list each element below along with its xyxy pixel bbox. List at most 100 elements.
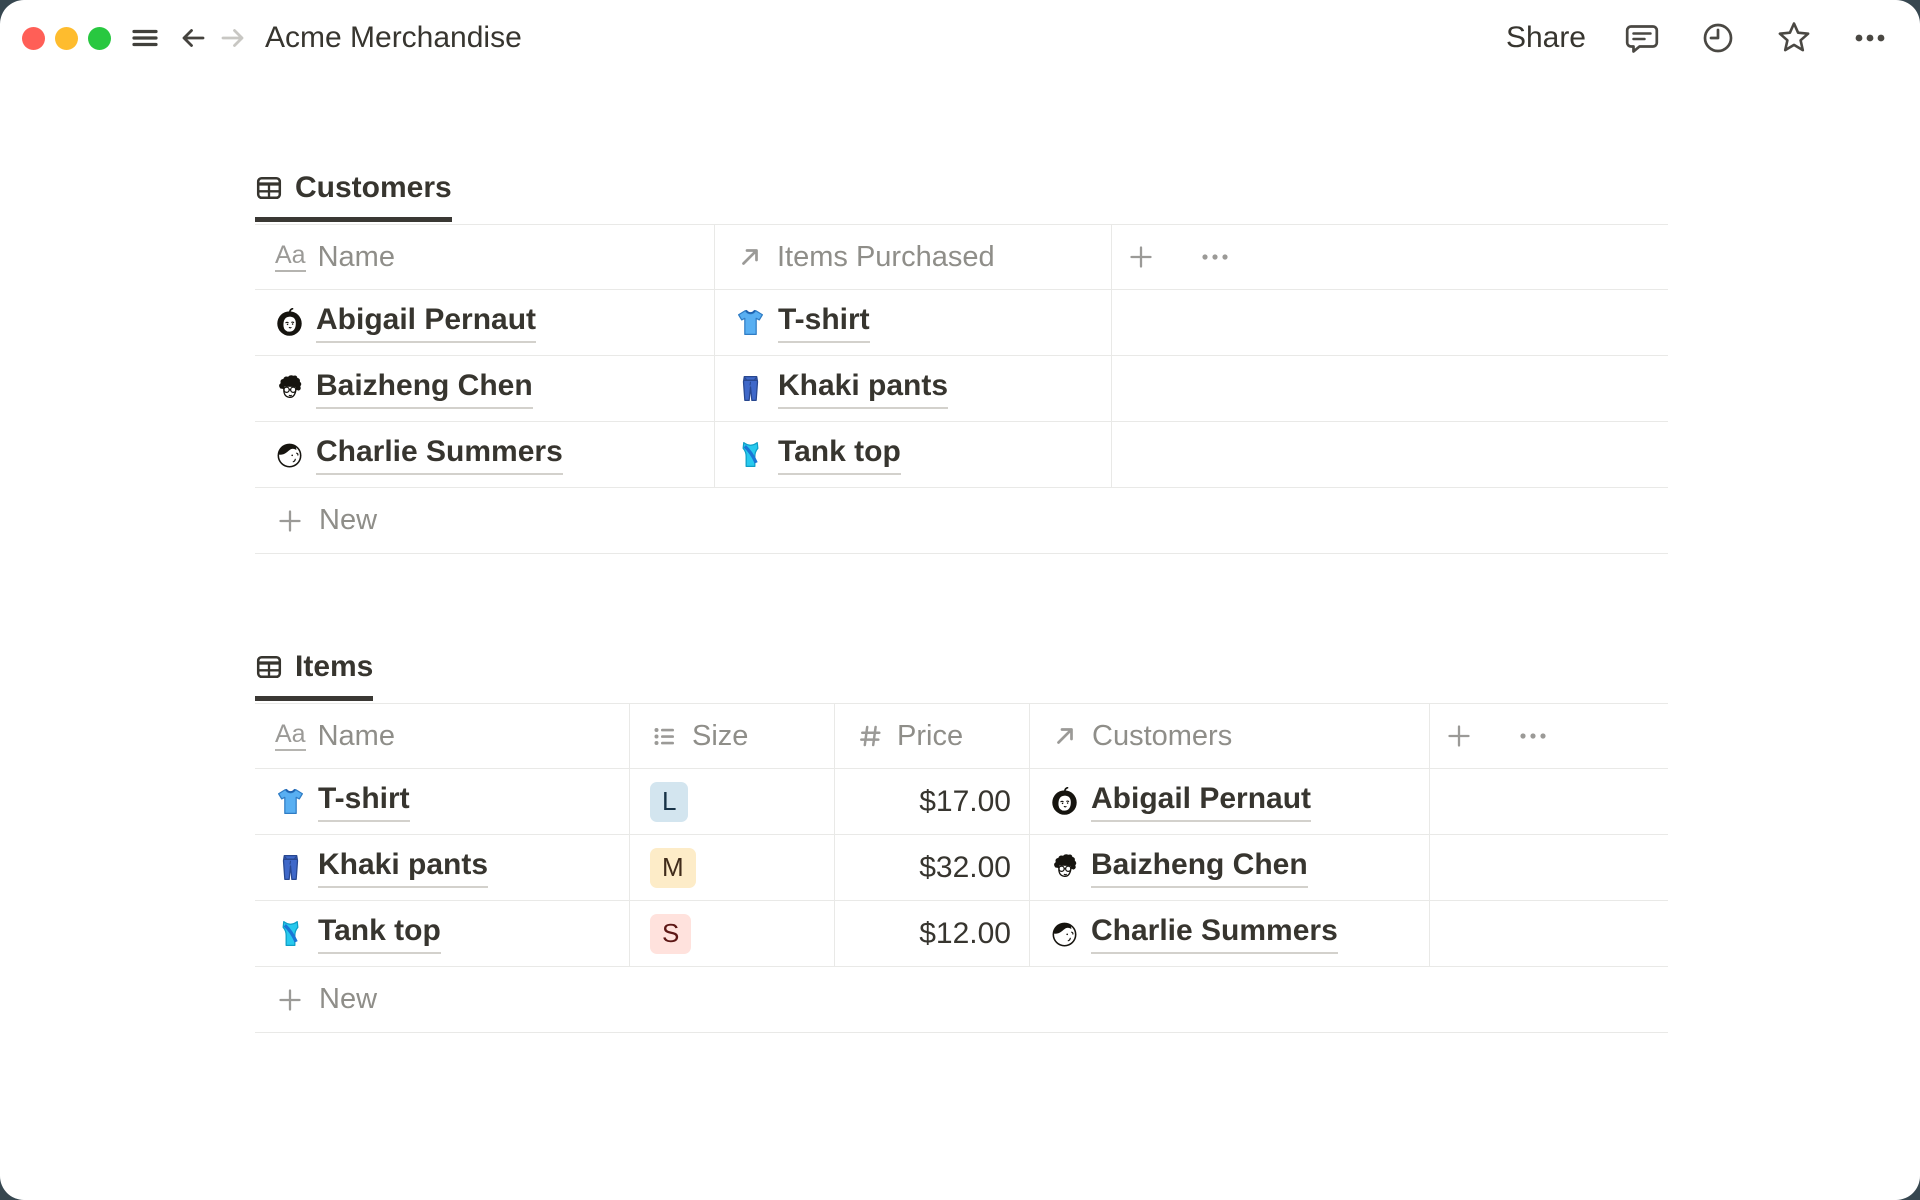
select-property-icon (650, 722, 680, 750)
window-titlebar: Acme Merchandise Share (0, 0, 1920, 76)
column-header-label: Name (317, 719, 395, 752)
star-icon[interactable] (1774, 18, 1814, 58)
tshirt-emoji-icon (735, 307, 766, 338)
price-cell[interactable]: $17.00 (835, 769, 1030, 834)
column-header-customers[interactable]: Customers (1030, 704, 1430, 768)
items-purchased-cell[interactable]: Tank top (715, 422, 1112, 487)
table-row: Abigail Pernaut T-shirt (255, 290, 1668, 356)
page-title[interactable]: Acme Merchandise (265, 21, 522, 55)
customer-page-link[interactable]: Charlie Summers (316, 434, 563, 475)
customer-page-link[interactable]: Abigail Pernaut (316, 302, 537, 343)
empty-cell (1112, 356, 1668, 421)
avatar-icon (275, 308, 304, 337)
plus-icon (275, 985, 305, 1015)
customer-page-link[interactable]: Baizheng Chen (1091, 847, 1308, 888)
plus-icon (275, 506, 305, 536)
empty-cell (1112, 422, 1668, 487)
item-page-link[interactable]: Khaki pants (778, 368, 949, 409)
column-header-price[interactable]: Price (835, 704, 1030, 768)
relation-property-icon (735, 243, 765, 271)
table-options-button[interactable] (1200, 243, 1230, 271)
header-extra-cell (1112, 225, 1668, 289)
items-purchased-cell[interactable]: T-shirt (715, 290, 1112, 355)
number-property-icon (855, 722, 885, 750)
page-content: Customers Aa Name Items Purchased Abigai… (0, 171, 1920, 1033)
item-page-link[interactable]: Tank top (778, 434, 901, 475)
forward-button[interactable] (213, 18, 253, 58)
share-button[interactable]: Share (1506, 21, 1586, 55)
header-extra-cell (1430, 704, 1668, 768)
add-property-button[interactable] (1126, 242, 1156, 272)
traffic-lights (22, 26, 111, 50)
avatar-icon (1050, 853, 1079, 882)
empty-cell (1430, 901, 1668, 966)
column-header-name[interactable]: Aa Name (255, 704, 630, 768)
column-header-name[interactable]: Aa Name (255, 225, 715, 289)
name-cell[interactable]: Khaki pants (255, 835, 630, 900)
close-window-button[interactable] (22, 26, 45, 50)
size-badge: L (650, 781, 689, 822)
clock-icon[interactable] (1698, 18, 1738, 58)
column-header-items-purchased[interactable]: Items Purchased (715, 225, 1112, 289)
price-cell[interactable]: $32.00 (835, 835, 1030, 900)
back-button[interactable] (173, 18, 213, 58)
table-row: Tank top S $12.00 Charlie Summers (255, 901, 1668, 967)
add-property-button[interactable] (1444, 721, 1474, 751)
size-cell[interactable]: L (630, 769, 835, 834)
tab-customers[interactable]: Customers (255, 171, 452, 222)
table-options-button[interactable] (1518, 722, 1548, 750)
tab-items[interactable]: Items (255, 650, 374, 701)
customers-cell[interactable]: Baizheng Chen (1030, 835, 1430, 900)
column-header-label: Price (897, 719, 964, 752)
minimize-window-button[interactable] (55, 26, 78, 50)
avatar-icon (1050, 787, 1079, 816)
empty-cell (1430, 769, 1668, 834)
customer-page-link[interactable]: Abigail Pernaut (1091, 781, 1312, 822)
tanktop-emoji-icon (735, 439, 766, 470)
item-page-link[interactable]: T-shirt (318, 781, 410, 822)
zoom-window-button[interactable] (88, 26, 111, 50)
customers-collection: Customers Aa Name Items Purchased Abigai… (255, 171, 1668, 554)
relation-property-icon (1050, 722, 1080, 750)
tanktop-emoji-icon (275, 918, 306, 949)
customer-page-link[interactable]: Charlie Summers (1091, 913, 1338, 954)
price-cell[interactable]: $12.00 (835, 901, 1030, 966)
tshirt-emoji-icon (275, 786, 306, 817)
new-row-button[interactable]: New (255, 967, 1668, 1033)
item-page-link[interactable]: Tank top (318, 913, 441, 954)
items-header-row: Aa Name Size Price Customers (255, 703, 1668, 769)
customers-header-row: Aa Name Items Purchased (255, 224, 1668, 290)
item-page-link[interactable]: T-shirt (778, 302, 870, 343)
hamburger-menu-button[interactable] (125, 18, 165, 58)
avatar-icon (1050, 919, 1079, 948)
more-icon[interactable] (1850, 18, 1890, 58)
name-cell[interactable]: Abigail Pernaut (255, 290, 715, 355)
table-row: Khaki pants M $32.00 Baizheng Chen (255, 835, 1668, 901)
items-purchased-cell[interactable]: Khaki pants (715, 356, 1112, 421)
column-header-label: Name (317, 240, 395, 273)
name-cell[interactable]: T-shirt (255, 769, 630, 834)
new-row-button[interactable]: New (255, 488, 1668, 554)
customer-page-link[interactable]: Baizheng Chen (316, 368, 533, 409)
column-header-label: Customers (1092, 719, 1233, 752)
text-property-icon: Aa (275, 242, 306, 272)
column-header-label: Items Purchased (777, 240, 995, 273)
name-cell[interactable]: Charlie Summers (255, 422, 715, 487)
name-cell[interactable]: Tank top (255, 901, 630, 966)
size-cell[interactable]: M (630, 835, 835, 900)
comment-icon[interactable] (1622, 18, 1662, 58)
item-page-link[interactable]: Khaki pants (318, 847, 489, 888)
customers-cell[interactable]: Abigail Pernaut (1030, 769, 1430, 834)
table-row: T-shirt L $17.00 Abigail Pernaut (255, 769, 1668, 835)
table-row: Charlie Summers Tank top (255, 422, 1668, 488)
jeans-emoji-icon (735, 373, 766, 404)
size-cell[interactable]: S (630, 901, 835, 966)
customers-cell[interactable]: Charlie Summers (1030, 901, 1430, 966)
tab-label: Customers (295, 171, 452, 204)
name-cell[interactable]: Baizheng Chen (255, 356, 715, 421)
size-badge: S (650, 913, 692, 954)
new-row-label: New (319, 983, 378, 1015)
column-header-size[interactable]: Size (630, 704, 835, 768)
text-property-icon: Aa (275, 721, 306, 751)
empty-cell (1430, 835, 1668, 900)
